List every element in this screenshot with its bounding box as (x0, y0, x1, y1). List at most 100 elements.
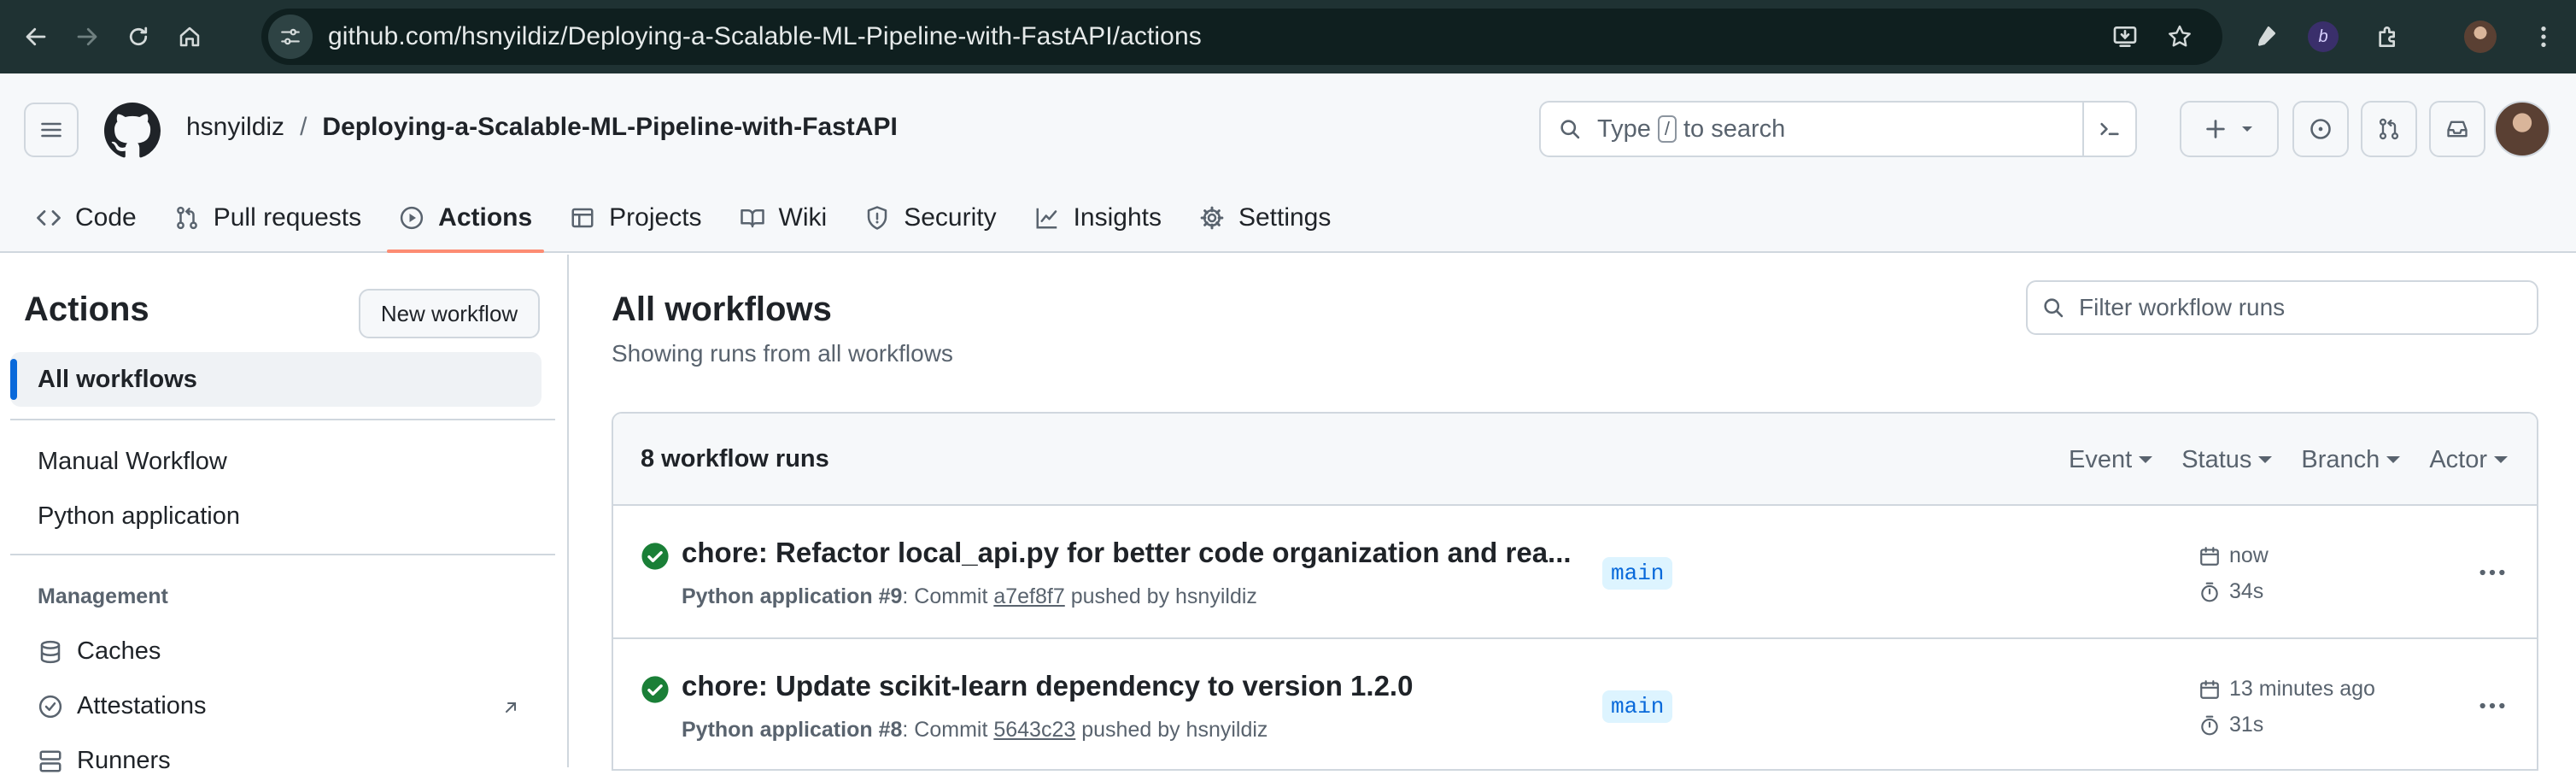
sidebar-item-all-workflows[interactable]: All workflows (10, 352, 542, 407)
branch-filter[interactable]: Branch (2301, 445, 2401, 474)
kebab-horizontal-icon (2479, 569, 2505, 576)
site-info-button[interactable] (268, 15, 313, 59)
issues-button[interactable] (2292, 101, 2349, 157)
check-circle-fill-icon (641, 676, 669, 703)
github-logo[interactable] (104, 103, 161, 159)
event-filter[interactable]: Event (2069, 445, 2153, 474)
run-timestamp: 13 minutes ago (2198, 677, 2375, 702)
code-icon (37, 210, 61, 226)
calendar-icon (2200, 679, 2219, 699)
runs-count: 8 workflow runs (641, 444, 829, 473)
user-avatar[interactable] (2494, 101, 2550, 157)
play-icon (401, 206, 424, 230)
run-number: #8 (878, 718, 903, 742)
run-duration-text: 34s (2229, 579, 2264, 603)
hamburger-icon (41, 122, 61, 138)
sidebar-item-python-application[interactable]: Python application (38, 502, 240, 531)
workflow-run-row[interactable]: chore: Update scikit-learn dependency to… (613, 639, 2537, 769)
branch-label[interactable]: main (1602, 690, 1673, 723)
breadcrumb-separator: / (300, 113, 307, 141)
back-button[interactable] (12, 13, 60, 61)
run-options-button[interactable] (2468, 555, 2516, 590)
run-commit-prefix: : Commit (902, 718, 988, 742)
status-filter[interactable]: Status (2181, 445, 2273, 474)
pull-requests-button[interactable] (2361, 101, 2417, 157)
actions-sidebar: Actions New workflow All workflows Manua… (0, 255, 569, 774)
branch-label[interactable]: main (1602, 557, 1673, 590)
tab-settings[interactable]: Settings (1180, 183, 1349, 253)
address-bar[interactable]: github.com/hsnyildiz/Deploying-a-Scalabl… (261, 9, 2222, 65)
tab-code[interactable]: Code (0, 183, 155, 253)
arrow-up-right-icon (506, 702, 516, 713)
runs-filters: Event Status Branch Actor (2069, 414, 2537, 506)
workflow-run-row[interactable]: chore: Refactor local_api.py for better … (613, 506, 2537, 639)
browser-menu-button[interactable] (2518, 0, 2569, 73)
tab-actions-label: Actions (438, 203, 533, 232)
inbox-button[interactable] (2429, 101, 2485, 157)
github-header: hsnyildiz / Deploying-a-Scalable-ML-Pipe… (0, 73, 2576, 253)
bookmark-button[interactable] (2154, 0, 2205, 73)
new-workflow-button[interactable]: New workflow (359, 289, 540, 338)
sidebar-divider (10, 419, 555, 420)
page-subtitle: Showing runs from all workflows (612, 340, 953, 367)
filter-workflow-runs-input[interactable]: Filter workflow runs (2026, 280, 2538, 335)
reload-icon (129, 26, 148, 46)
tune-icon (281, 28, 300, 45)
run-timestamp-text: 13 minutes ago (2229, 677, 2375, 701)
reload-button[interactable] (114, 13, 162, 61)
sidebar-item-caches[interactable]: Caches (38, 637, 161, 666)
tab-actions[interactable]: Actions (380, 183, 551, 253)
run-options-button[interactable] (2468, 689, 2516, 723)
sidebar-item-manual-workflow[interactable]: Manual Workflow (38, 448, 227, 476)
repo-name-link[interactable]: Deploying-a-Scalable-ML-Pipeline-with-Fa… (322, 113, 897, 142)
forward-button[interactable] (63, 13, 111, 61)
event-filter-label: Event (2069, 445, 2133, 473)
search-shortcut-key: / (1657, 115, 1677, 143)
runs-list-header: 8 workflow runs Event Status Branch Acto… (613, 414, 2537, 506)
extensions-menu-button[interactable] (2362, 0, 2414, 73)
tab-insights[interactable]: Insights (1016, 183, 1180, 253)
home-button[interactable] (166, 13, 214, 61)
sidebar-item-runners[interactable]: Runners (38, 747, 171, 775)
status-filter-label: Status (2181, 445, 2252, 473)
repo-owner-link[interactable]: hsnyildiz (186, 113, 284, 142)
profile-button[interactable] (2455, 0, 2506, 73)
extension-button[interactable]: b (2298, 0, 2349, 73)
actor-filter[interactable]: Actor (2429, 446, 2508, 474)
tab-settings-label: Settings (1238, 203, 1332, 232)
tab-projects-label: Projects (609, 203, 702, 232)
verified-icon (38, 695, 62, 718)
run-meta: Python application #8: Commit 5643c23 pu… (682, 718, 1268, 743)
sidebar-item-attestations[interactable]: Attestations (38, 692, 207, 720)
star-icon (2169, 25, 2191, 47)
repo-navigation: Code Pull requests Actions Projects Wiki… (0, 183, 1349, 253)
create-new-button[interactable] (2180, 101, 2279, 157)
server-icon (39, 750, 61, 772)
commit-sha-link[interactable]: 5643c23 (993, 718, 1075, 742)
git-pull-request-icon (2379, 118, 2399, 140)
sidebar-divider (10, 554, 555, 555)
stopwatch-icon (2201, 582, 2218, 602)
run-title-link[interactable]: chore: Refactor local_api.py for better … (682, 537, 1572, 569)
install-app-button[interactable] (2099, 0, 2151, 73)
tab-projects[interactable]: Projects (551, 183, 720, 253)
tab-security[interactable]: Security (846, 183, 1015, 253)
tab-wiki[interactable]: Wiki (721, 183, 846, 253)
kebab-vertical-icon (2541, 26, 2546, 47)
run-meta: Python application #9: Commit a7ef8f7 pu… (682, 584, 1257, 609)
tab-pull-requests[interactable]: Pull requests (155, 183, 380, 253)
caret-down-icon (2494, 456, 2508, 463)
run-duration-text: 31s (2229, 713, 2264, 737)
commit-sha-link[interactable]: a7ef8f7 (993, 584, 1064, 608)
search-input[interactable]: Type / to search (1539, 101, 2137, 157)
puzzle-icon (2379, 26, 2395, 47)
global-menu-button[interactable] (24, 103, 79, 157)
kebab-horizontal-icon (2479, 702, 2505, 709)
command-palette-button[interactable] (2082, 103, 2135, 156)
eyedropper-extension[interactable] (2239, 0, 2291, 73)
tab-pull-requests-label: Pull requests (213, 203, 362, 232)
run-title-link[interactable]: chore: Update scikit-learn dependency to… (682, 670, 1413, 702)
arrow-left-icon (26, 27, 46, 46)
branch-filter-label: Branch (2301, 445, 2380, 473)
profile-avatar (2464, 21, 2497, 53)
